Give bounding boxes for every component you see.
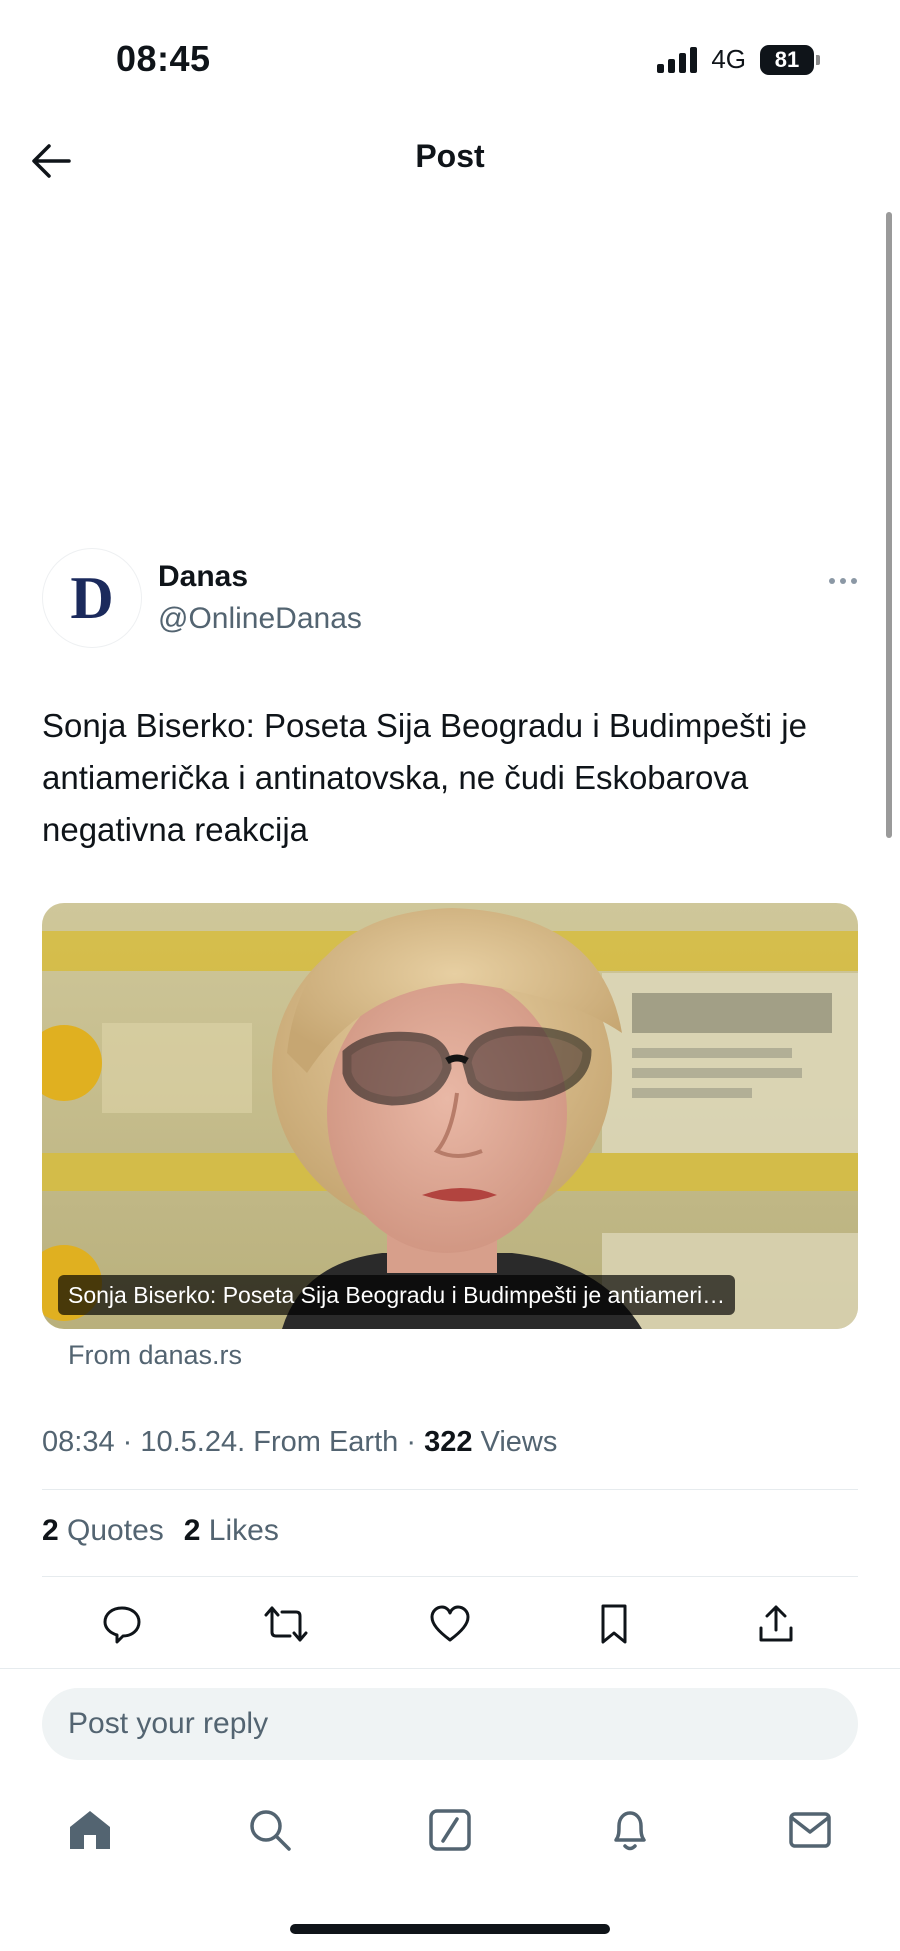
share-icon	[759, 1605, 793, 1642]
like-button[interactable]	[422, 1596, 478, 1652]
like-icon	[430, 1605, 470, 1642]
nav-messages[interactable]	[778, 1798, 842, 1862]
network-type: 4G	[711, 44, 746, 74]
card-caption: Sonja Biserko: Poseta Sija Beogradu i Bu…	[58, 1275, 736, 1315]
notifications-icon	[614, 1811, 646, 1851]
card-source-link[interactable]: From danas.rs	[68, 1340, 242, 1371]
repost-button[interactable]	[258, 1596, 314, 1652]
divider	[0, 1668, 900, 1669]
share-button[interactable]	[748, 1596, 804, 1652]
link-card[interactable]: Sonja Biserko: Poseta Sija Beogradu i Bu…	[42, 903, 858, 1329]
battery-level: 81	[760, 44, 814, 75]
post-actions	[0, 1596, 900, 1652]
post-author: D Danas @OnlineDanas	[42, 548, 858, 648]
status-time: 08:45	[116, 38, 211, 79]
views-count: 322	[424, 1426, 473, 1458]
likes-label: Likes	[208, 1514, 279, 1547]
avatar[interactable]: D	[42, 548, 142, 648]
likes-count: 2	[183, 1514, 201, 1547]
post-meta: 08:34 · 10.5.24. From Earth · 322 Views	[42, 1426, 558, 1458]
post-time: 08:34	[42, 1426, 115, 1458]
quotes-count: 2	[42, 1514, 59, 1547]
post-header: Post	[0, 120, 900, 200]
scrollbar[interactable]	[886, 212, 892, 838]
post-text: Sonja Biserko: Poseta Sija Beogradu i Bu…	[42, 707, 807, 848]
bookmark-button[interactable]	[586, 1596, 642, 1652]
signal-icon	[657, 46, 698, 73]
post-date: 10.5.24.	[140, 1426, 246, 1458]
author-handle[interactable]: @OnlineDanas	[158, 602, 362, 636]
divider	[42, 1489, 858, 1490]
avatar-logo: D	[70, 564, 114, 631]
reply-button[interactable]	[94, 1596, 150, 1652]
bottom-nav	[0, 1798, 900, 1862]
nav-notifications[interactable]	[598, 1798, 662, 1862]
repost-icon	[264, 1606, 308, 1642]
home-icon	[70, 1811, 110, 1849]
search-icon	[250, 1810, 291, 1851]
quotes-link[interactable]: 2 Quotes	[42, 1514, 164, 1548]
quotes-label: Quotes	[67, 1514, 164, 1547]
messages-icon	[789, 1812, 831, 1848]
reply-box[interactable]	[42, 1688, 858, 1760]
bookmark-icon	[601, 1604, 627, 1644]
post-stats: 2 Quotes 2 Likes	[42, 1514, 279, 1548]
likes-link[interactable]: 2 Likes	[184, 1514, 279, 1548]
more-options-button[interactable]	[828, 568, 858, 591]
nav-search[interactable]	[238, 1798, 302, 1862]
post-location: From Earth	[253, 1426, 399, 1458]
reply-icon	[103, 1606, 141, 1644]
nav-home[interactable]	[58, 1798, 122, 1862]
views-label: Views	[480, 1426, 558, 1458]
status-bar: 08:45 4G 81	[0, 0, 900, 120]
author-name[interactable]: Danas	[158, 560, 248, 594]
grok-icon	[429, 1809, 471, 1851]
status-indicators: 4G 81	[657, 44, 820, 75]
home-indicator[interactable]	[290, 1924, 610, 1934]
reply-input[interactable]	[68, 1707, 828, 1741]
more-horizontal-icon	[829, 578, 857, 584]
divider	[42, 1576, 858, 1577]
battery-icon: 81	[760, 44, 820, 75]
nav-grok[interactable]	[418, 1798, 482, 1862]
page-title: Post	[415, 138, 485, 174]
card-image	[42, 903, 858, 1329]
